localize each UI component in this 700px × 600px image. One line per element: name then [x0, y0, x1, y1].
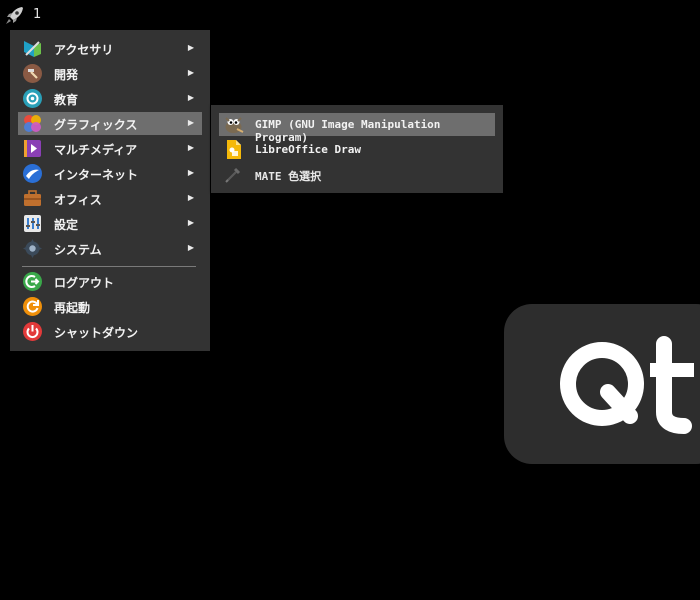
menu-separator	[22, 266, 196, 267]
submenu-arrow-icon: ▶	[187, 168, 194, 177]
graphics-submenu: GIMP (GNU Image Manipulation Program) Li…	[211, 105, 503, 193]
submenu-arrow-icon: ▶	[187, 143, 194, 152]
menu-item-label: シャットダウン	[54, 326, 139, 340]
qt-logo-window	[504, 304, 700, 464]
menu-item-label: 教育	[54, 93, 79, 107]
menu-item-label: オフィス	[54, 193, 102, 207]
menu-item-label: インターネット	[54, 168, 139, 182]
submenu-arrow-icon: ▶	[187, 193, 194, 202]
color-picker-icon	[225, 167, 241, 183]
libreoffice-draw-icon	[227, 140, 241, 159]
menu-item-accessories[interactable]: アクセサリ ▶	[18, 37, 202, 60]
menu-item-label: 開発	[54, 68, 79, 82]
logout-icon	[23, 272, 42, 291]
application-menu: アクセサリ ▶ 開発 ▶ 教育 ▶ グラフィックス ▶ マルチメディア ▶ イン…	[10, 30, 210, 351]
submenu-arrow-icon: ▶	[187, 43, 194, 52]
workspace-number[interactable]: 1	[33, 7, 41, 22]
menu-item-label: ログアウト	[54, 276, 115, 290]
menu-item-shutdown[interactable]: シャットダウン	[18, 320, 202, 343]
menu-item-label: アクセサリ	[54, 43, 114, 57]
rocket-icon[interactable]	[4, 4, 26, 26]
settings-icon	[24, 215, 41, 232]
menu-item-logout[interactable]: ログアウト	[18, 270, 202, 293]
office-briefcase-icon	[24, 190, 41, 206]
education-icon	[23, 89, 42, 108]
menu-item-multimedia[interactable]: マルチメディア ▶	[18, 137, 202, 160]
hammer-icon	[23, 64, 42, 83]
restart-icon	[23, 297, 42, 316]
submenu-arrow-icon: ▶	[187, 118, 194, 127]
menu-item-restart[interactable]: 再起動	[18, 295, 202, 318]
multimedia-icon	[24, 140, 41, 157]
graphics-icon	[24, 115, 41, 132]
menu-item-system[interactable]: システム ▶	[18, 237, 202, 260]
submenu-item-label: LibreOffice Draw	[255, 143, 361, 156]
menu-item-settings[interactable]: 設定 ▶	[18, 212, 202, 235]
submenu-arrow-icon: ▶	[187, 243, 194, 252]
top-panel: 1	[0, 0, 700, 30]
submenu-arrow-icon: ▶	[187, 218, 194, 227]
submenu-item-mate-color-select[interactable]: MATE 色選択	[219, 163, 495, 186]
shutdown-icon	[23, 322, 42, 341]
internet-icon	[23, 164, 42, 183]
menu-item-graphics[interactable]: グラフィックス ▶	[18, 112, 202, 135]
qt-logo-icon	[560, 336, 694, 434]
menu-item-internet[interactable]: インターネット ▶	[18, 162, 202, 185]
menu-item-education[interactable]: 教育 ▶	[18, 87, 202, 110]
accessories-icon	[24, 41, 41, 57]
submenu-item-gimp[interactable]: GIMP (GNU Image Manipulation Program)	[219, 113, 495, 144]
menu-item-label: システム	[54, 243, 102, 257]
gimp-icon	[225, 117, 244, 133]
menu-item-label: 設定	[54, 218, 79, 232]
submenu-item-libreoffice-draw[interactable]: LibreOffice Draw	[219, 138, 495, 161]
menu-item-label: グラフィックス	[54, 118, 138, 132]
menu-item-label: 再起動	[54, 301, 91, 315]
menu-item-development[interactable]: 開発 ▶	[18, 62, 202, 85]
submenu-arrow-icon: ▶	[187, 93, 194, 102]
menu-item-label: マルチメディア	[54, 143, 138, 157]
submenu-item-label: MATE 色選択	[255, 170, 322, 183]
submenu-arrow-icon: ▶	[187, 68, 194, 77]
menu-item-office[interactable]: オフィス ▶	[18, 187, 202, 210]
system-gear-icon	[23, 239, 42, 258]
